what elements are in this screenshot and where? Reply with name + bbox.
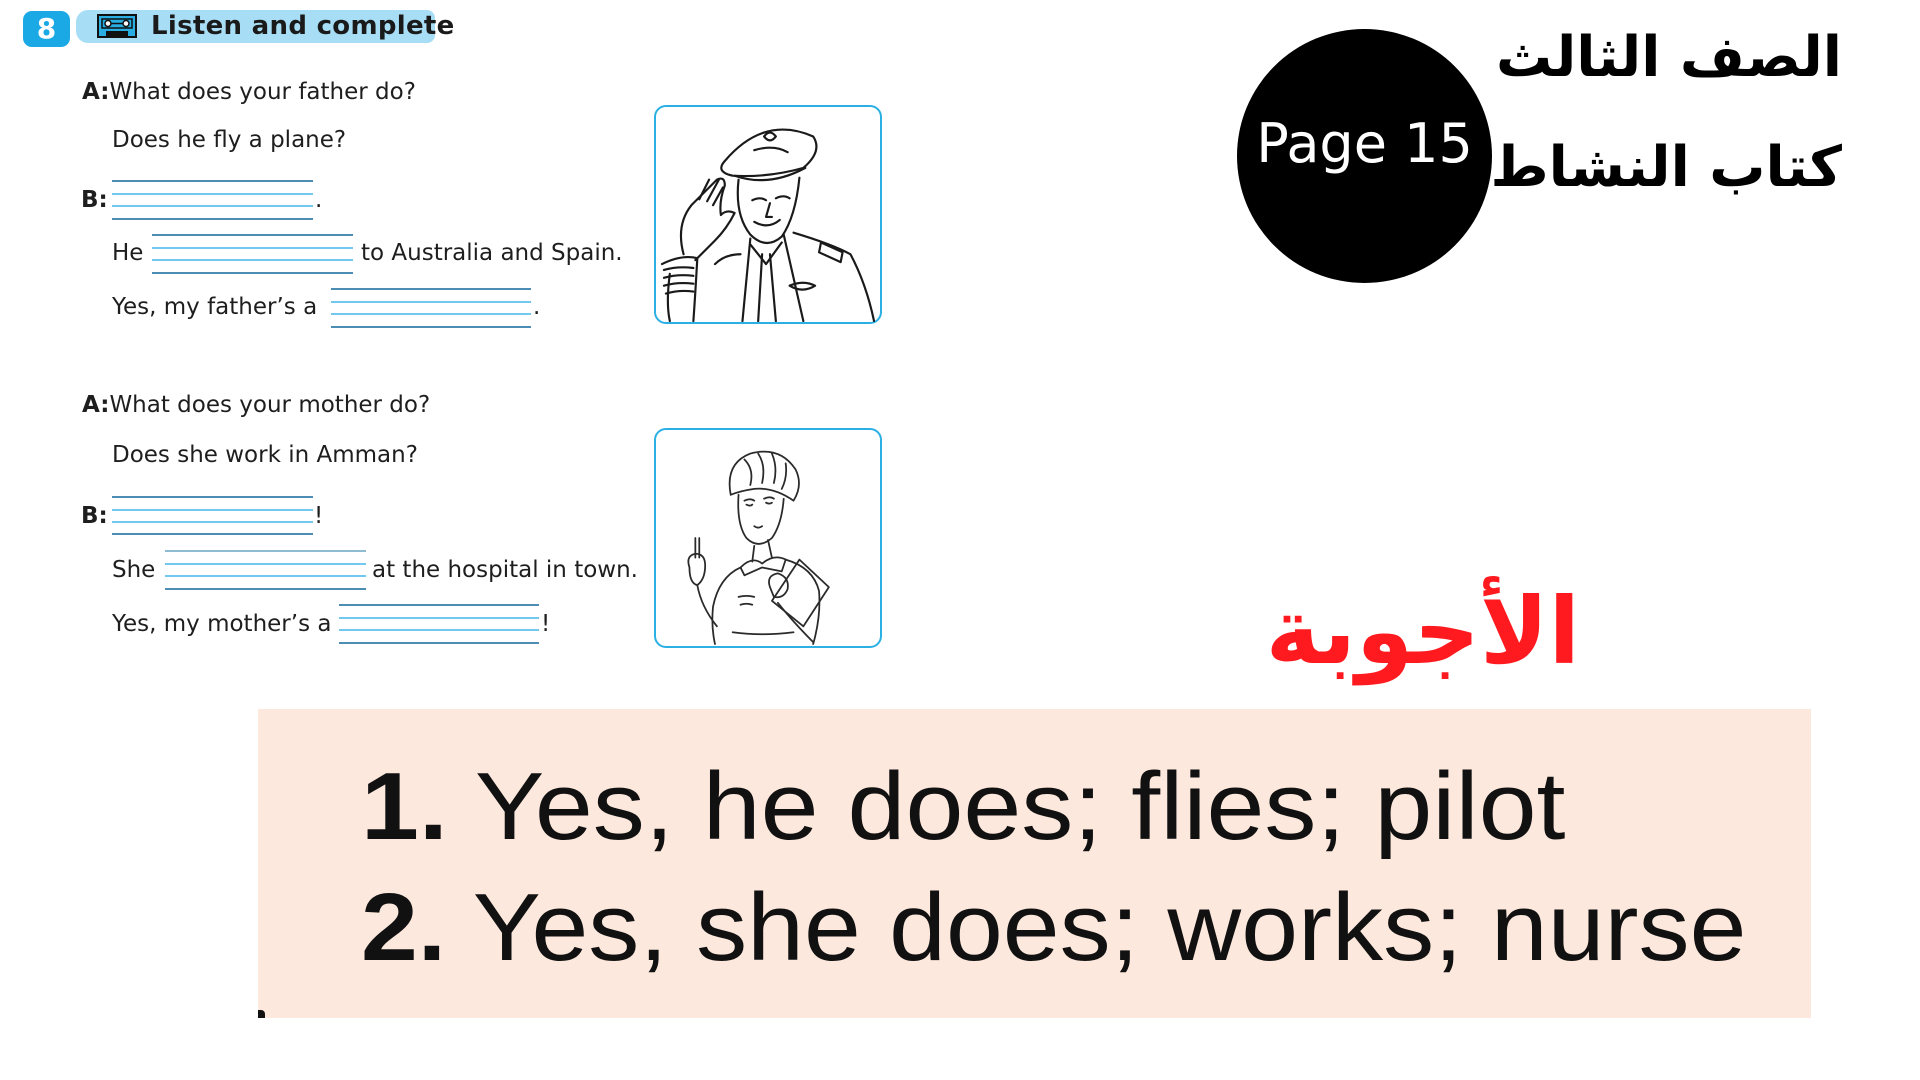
sentence-start: Yes, my mother’s a [112,611,332,637]
answer-blank-verb[interactable] [165,550,366,590]
question-line: A:What does your mother do? [82,391,430,419]
answer-blank-job[interactable] [339,604,539,644]
book-title: كتاب النشاط [1490,135,1842,200]
question-text: What does your father do? [109,79,416,105]
follow-up-question: Does she work in Amman? [112,442,418,468]
pilot-illustration [654,105,882,324]
sentence-end: to Australia and Spain. [361,240,623,266]
speaker-a-label: A: [82,392,110,418]
answer-item: 1. Yes, he does; flies; pilot [361,752,1565,862]
exercise-title: Listen and complete [151,11,455,41]
answer-blank-job[interactable] [331,288,531,328]
speaker-b-label: B: [81,503,108,529]
speaker-a-label: A: [82,79,110,105]
sentence-start: She [112,557,156,583]
answer-item: 2. Yes, she does; works; nurse [361,873,1746,983]
sentence-start: He [112,240,144,266]
sentence-end-punctuation: ! [314,503,324,529]
answer-text: Yes, he does; flies; pilot [474,753,1566,860]
answer-number: 1. [361,753,448,860]
sentence-start: Yes, my father’s a [112,294,318,320]
answer-blank-verb[interactable] [152,234,353,274]
answer-blank-short-answer[interactable] [112,180,313,220]
follow-up-question: Does he fly a plane? [112,127,347,153]
answers-heading: الأجوبة [1265,578,1580,685]
sentence-end: at the hospital in town. [372,557,638,583]
question-line: A:What does your father do? [82,78,416,106]
sentence-end-punctuation: . [315,187,323,213]
speaker-b-label: B: [81,187,108,213]
question-text: What does your mother do? [109,392,431,418]
page-number-label: Page 15 [1256,112,1473,175]
answer-number: 2. [361,874,447,981]
corner-mark [258,1010,265,1018]
sentence-end-punctuation: ! [541,611,551,637]
cassette-tape-icon [97,14,137,38]
sentence-end-punctuation: . [533,294,541,320]
nurse-illustration [654,428,882,648]
grade-title: الصف الثالث [1495,25,1842,90]
answer-text: Yes, she does; works; nurse [472,874,1747,981]
exercise-number-badge: 8 [23,11,70,47]
answer-blank-short-answer[interactable] [112,496,313,536]
